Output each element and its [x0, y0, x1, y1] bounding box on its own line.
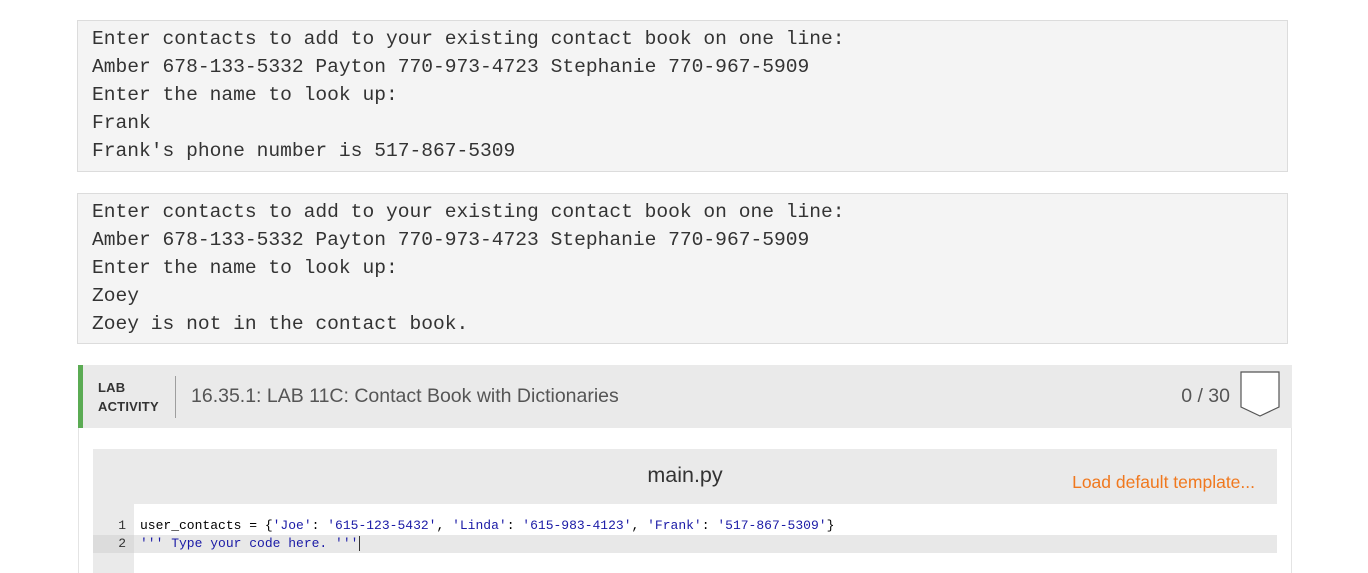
- lab-type-line1: LAB: [98, 380, 126, 395]
- line-number: 2: [93, 535, 134, 553]
- console-line: Enter contacts to add to your existing c…: [92, 28, 845, 50]
- code-token: :: [311, 518, 328, 533]
- code-line-active[interactable]: ''' Type your code here. ''': [134, 535, 1277, 553]
- lab-score: 0 / 30: [1181, 385, 1230, 407]
- console-line: Amber 678-133-5332 Payton 770-973-4723 S…: [92, 229, 810, 251]
- code-token: :: [701, 518, 718, 533]
- console-output-example-2: Enter contacts to add to your existing c…: [77, 193, 1288, 344]
- line-number-gutter: 1 2: [93, 504, 134, 573]
- code-editor[interactable]: user_contacts = {'Joe': '615-123-5432', …: [134, 504, 1277, 573]
- console-line: Enter the name to look up:: [92, 84, 398, 106]
- load-default-template-link[interactable]: Load default template...: [1072, 472, 1255, 493]
- console-line: Frank's phone number is 517-867-5309: [92, 140, 516, 162]
- code-string: '517-867-5309': [717, 518, 827, 533]
- code-string: 'Linda': [452, 518, 507, 533]
- console-line: Enter contacts to add to your existing c…: [92, 201, 845, 223]
- code-token: :: [506, 518, 523, 533]
- file-bar: main.py Load default template...: [93, 449, 1277, 504]
- text-cursor: [359, 536, 361, 552]
- code-line[interactable]: user_contacts = {'Joe': '615-123-5432', …: [134, 517, 1277, 535]
- divider: [175, 376, 176, 418]
- code-token: }: [826, 518, 835, 533]
- code-string: 'Joe': [272, 518, 312, 533]
- code-string: 'Frank': [647, 518, 702, 533]
- console-line: Frank: [92, 112, 151, 134]
- code-string: '615-123-5432': [327, 518, 437, 533]
- code-string: ''' Type your code here. ''': [140, 536, 359, 551]
- lab-type-label: LAB ACTIVITY: [98, 378, 159, 416]
- code-string: '615-983-4123': [522, 518, 632, 533]
- console-line: Amber 678-133-5332 Payton 770-973-4723 S…: [92, 56, 810, 78]
- console-line: Zoey is not in the contact book.: [92, 313, 469, 335]
- code-editor-panel: main.py Load default template... 1 2 use…: [93, 449, 1277, 573]
- lab-type-line2: ACTIVITY: [98, 399, 159, 414]
- lab-title: 16.35.1: LAB 11C: Contact Book with Dict…: [191, 385, 619, 407]
- code-token: ,: [631, 518, 648, 533]
- lab-activity-header: LAB ACTIVITY 16.35.1: LAB 11C: Contact B…: [78, 365, 1292, 428]
- console-line: Enter the name to look up:: [92, 257, 398, 279]
- code-token: user_contacts = {: [140, 518, 273, 533]
- code-token: ,: [436, 518, 453, 533]
- console-output-example-1: Enter contacts to add to your existing c…: [77, 20, 1288, 172]
- line-number: 1: [118, 518, 126, 533]
- console-line: Zoey: [92, 285, 140, 307]
- completion-badge-icon: [1240, 371, 1280, 417]
